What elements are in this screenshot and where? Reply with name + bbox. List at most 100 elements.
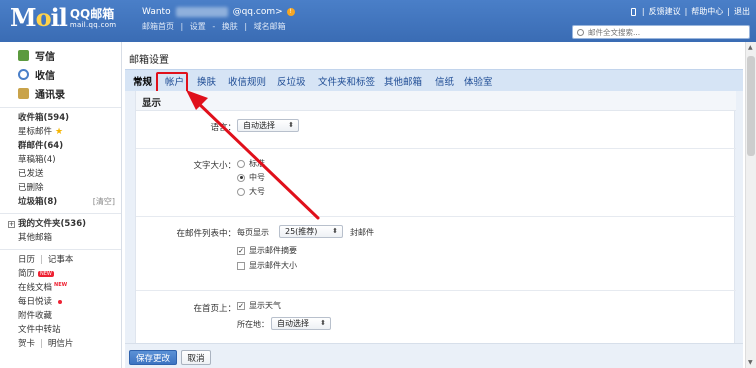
left-sidebar: 写信 收信 通讯录 收件箱(594) 星标邮件 ★ 群邮件(64) 草稿箱(4) … <box>0 42 122 368</box>
other-mailbox-label: 其他邮箱 <box>18 233 53 243</box>
font-size-medium[interactable]: 中号 <box>237 172 265 183</box>
my-folders[interactable]: + 我的文件夹(536) <box>0 217 121 231</box>
inbox-button[interactable]: 收信 <box>0 65 121 84</box>
tab-rules[interactable]: 收信规则 <box>228 74 266 88</box>
calendar-link[interactable]: 日历 <box>18 253 35 267</box>
folder-label: 星标邮件 <box>18 127 53 137</box>
unread-dot <box>58 300 63 304</box>
cards-link[interactable]: 贺卡 <box>18 337 35 351</box>
font-size-large[interactable]: 大号 <box>237 186 265 197</box>
location-value: 自动选择 <box>277 319 309 328</box>
folder-sent[interactable]: 已发送 <box>0 167 121 181</box>
tab-other-mailbox[interactable]: 其他邮箱 <box>384 74 422 88</box>
location-select[interactable]: 自动选择 ⬍ <box>271 317 331 330</box>
settings-tabbar: 常规 帐户 换肤 收信规则 反垃圾 文件夹和标签 其他邮箱 信纸 体验室 <box>125 69 743 91</box>
new-superscript: NEW <box>54 282 68 288</box>
daily-read-link[interactable]: 每日悦读 <box>0 295 121 309</box>
logout-link[interactable]: 退出 <box>734 6 750 17</box>
top-header: M o il QQ邮箱 mail.qq.com Wanto @qq.com> !… <box>0 0 756 42</box>
show-size-option[interactable]: 显示邮件大小 <box>237 260 297 271</box>
tab-lab[interactable]: 体验室 <box>464 74 493 88</box>
file-transfer-link[interactable]: 文件中转站 <box>0 323 121 337</box>
other-mailbox[interactable]: 其他邮箱 <box>0 231 121 245</box>
inbox-icon <box>18 69 29 80</box>
online-doc-link[interactable]: 在线文档 NEW <box>0 281 121 295</box>
save-button[interactable]: 保存更改 <box>129 350 177 365</box>
checkbox-checked-icon[interactable]: ✓ <box>237 246 245 255</box>
phone-icon[interactable] <box>630 7 636 16</box>
tab-folders-labels[interactable]: 文件夹和标签 <box>318 74 375 88</box>
per-page-select[interactable]: 25(推荐) ⬍ <box>279 225 343 238</box>
qqmail-logo[interactable]: M o il QQ邮箱 mail.qq.com <box>10 5 116 35</box>
page-scrollbar[interactable]: ▲ ▼ <box>745 42 756 368</box>
scroll-up-icon[interactable]: ▲ <box>748 44 753 51</box>
logo-domain-text: mail.qq.com <box>69 21 117 29</box>
compose-button[interactable]: 写信 <box>0 46 121 65</box>
show-weather-option[interactable]: ✓ 显示天气 <box>237 300 281 311</box>
checkbox-checked-icon[interactable]: ✓ <box>237 301 245 310</box>
settings-main: 邮箱设置 常规 帐户 换肤 收信规则 反垃圾 文件夹和标签 其他邮箱 信纸 体验… <box>123 42 745 368</box>
link-sep: - <box>212 22 216 31</box>
radio-selected-icon[interactable] <box>237 173 245 182</box>
updown-caret-icon: ⬍ <box>332 227 338 235</box>
settings-panel: 显示 语言： 自动选择 ⬍ 文字大小： 标准 中号 大号 在邮件列表中： 每页显… <box>135 91 736 343</box>
pencil-icon <box>18 50 29 61</box>
language-select[interactable]: 自动选择 ⬍ <box>237 119 299 132</box>
folder-starred[interactable]: 星标邮件 ★ <box>0 125 121 139</box>
clear-spam-link[interactable]: [清空] <box>93 195 115 209</box>
tab-antispam[interactable]: 反垃圾 <box>277 74 306 88</box>
attachments-link[interactable]: 附件收藏 <box>0 309 121 323</box>
feedback-link[interactable]: 反馈建议 <box>649 6 681 17</box>
search-input[interactable] <box>588 27 738 37</box>
warning-icon[interactable]: ! <box>286 8 295 16</box>
radio-icon[interactable] <box>237 187 245 196</box>
checkbox-icon[interactable] <box>237 261 245 270</box>
folder-deleted[interactable]: 已删除 <box>0 181 121 195</box>
sep: | <box>727 7 730 16</box>
folder-label: 已删除 <box>18 183 44 193</box>
tab-stationery[interactable]: 信纸 <box>435 74 454 88</box>
sep: | <box>684 7 688 16</box>
help-link[interactable]: 帮助中心 <box>691 6 723 17</box>
home-page-label: 在首页上： <box>193 304 236 314</box>
tab-general[interactable]: 常规 <box>133 74 152 88</box>
notes-link[interactable]: 记事本 <box>48 253 74 267</box>
expand-icon[interactable]: + <box>8 220 15 228</box>
logo-letter-m: M <box>10 3 37 32</box>
tab-skin[interactable]: 换肤 <box>197 74 216 88</box>
sep: | <box>40 339 43 349</box>
folder-group[interactable]: 群邮件(64) <box>0 139 121 153</box>
option-label: 标准 <box>249 159 265 168</box>
postcard-link[interactable]: 明信片 <box>48 337 74 351</box>
link-sep: | <box>244 22 248 31</box>
folder-inbox[interactable]: 收件箱(594) <box>0 111 121 125</box>
link-mail-home[interactable]: 邮箱首页 <box>142 22 174 31</box>
search-icon[interactable] <box>577 28 584 36</box>
font-size-standard[interactable]: 标准 <box>237 158 265 169</box>
show-summary-option[interactable]: ✓ 显示邮件摘要 <box>237 245 297 256</box>
inbox-label: 收信 <box>35 71 55 82</box>
online-doc-label: 在线文档 <box>18 283 53 293</box>
link-skin[interactable]: 换肤 <box>222 22 238 31</box>
resume-label: 简历 <box>18 269 36 279</box>
font-size-label: 文字大小： <box>193 161 236 171</box>
scroll-thumb[interactable] <box>747 56 755 156</box>
cancel-button[interactable]: 取消 <box>181 350 211 365</box>
contacts-icon <box>18 88 29 99</box>
user-domain: @qq.com> <box>232 7 283 17</box>
row-separator <box>136 148 736 149</box>
radio-icon[interactable] <box>237 159 245 168</box>
user-name: Wanto <box>142 7 171 17</box>
divider <box>0 107 121 108</box>
folder-spam[interactable]: 垃圾箱(8) [清空] <box>0 195 121 209</box>
link-domain-mail[interactable]: 域名邮箱 <box>254 22 286 31</box>
folder-drafts[interactable]: 草稿箱(4) <box>0 153 121 167</box>
link-settings[interactable]: 设置 <box>190 22 206 31</box>
user-account-line: Wanto @qq.com> ! <box>142 7 295 17</box>
search-box[interactable] <box>572 25 750 39</box>
header-links: 邮箱首页 | 设置 - 换肤 | 域名邮箱 <box>142 21 290 32</box>
folder-label: 草稿箱(4) <box>18 155 56 165</box>
scroll-down-icon[interactable]: ▼ <box>748 359 753 366</box>
contacts-button[interactable]: 通讯录 <box>0 84 121 103</box>
row-separator <box>136 290 736 291</box>
